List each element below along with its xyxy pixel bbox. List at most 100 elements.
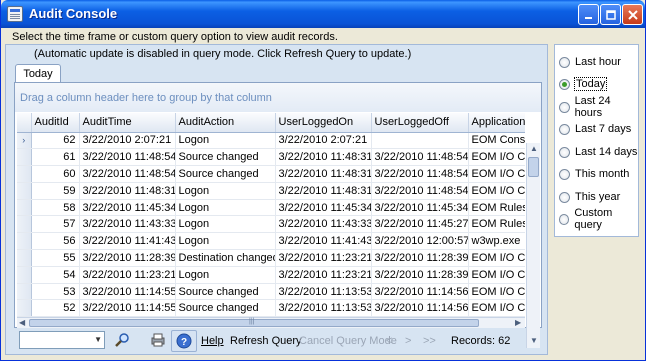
row-indicator — [17, 266, 32, 284]
group-by-area[interactable]: Drag a column header here to group by th… — [15, 83, 541, 112]
scroll-right-arrow-icon[interactable]: ▶ — [515, 318, 521, 328]
cell-applicationdisp: w3wp.exe — [468, 232, 525, 251]
magnifier-wand-glyph — [115, 333, 129, 347]
tab-today[interactable]: Today — [15, 64, 61, 83]
table-row[interactable]: 56 3/22/2010 11:41:43 AM Logon 3/22/2010… — [17, 232, 525, 251]
radio-last-7-days[interactable]: Last 7 days — [559, 121, 631, 137]
cell-audittime: 3/22/2010 11:48:31 AM — [79, 182, 176, 200]
cell-audittime: 3/22/2010 11:48:54 AM — [79, 148, 176, 167]
cell-applicationdisp: EOM Console — [468, 132, 525, 150]
audit-panel: (Automatic update is disabled in query m… — [5, 44, 548, 355]
col-header-applicationdisp[interactable]: ApplicationDisp — [468, 113, 525, 133]
cell-auditaction: Destination changed — [175, 249, 276, 267]
table-row[interactable]: 54 3/22/2010 11:23:21 AM Logon 3/22/2010… — [17, 266, 525, 284]
cell-auditaction: Source changed — [175, 165, 276, 183]
radio-button-icon — [559, 101, 570, 113]
maximize-glyph — [605, 9, 616, 20]
table-row[interactable]: 59 3/22/2010 11:48:31 AM Logon 3/22/2010… — [17, 182, 525, 200]
radio-last-14-days[interactable]: Last 14 days — [559, 144, 637, 160]
svg-text:?: ? — [181, 337, 187, 348]
window-title: Audit Console — [29, 6, 118, 21]
col-header-audittime[interactable]: AuditTime — [79, 113, 176, 133]
cell-auditid: 62 — [31, 132, 80, 150]
table-row[interactable]: 60 3/22/2010 11:48:54 AM Source changed … — [17, 165, 525, 183]
table-row[interactable]: › 62 3/22/2010 2:07:21 PM Logon 3/22/201… — [17, 132, 525, 150]
cell-userloggedon: 3/22/2010 11:13:53 AM — [275, 283, 372, 301]
row-indicator — [17, 283, 32, 301]
radio-last-hour[interactable]: Last hour — [559, 54, 621, 70]
nav-prev-button[interactable]: < — [386, 335, 392, 347]
records-count: Records: 62 — [451, 335, 511, 347]
cell-auditid: 58 — [31, 199, 80, 217]
row-indicator — [17, 232, 32, 251]
cell-audittime: 3/22/2010 11:28:39 AM — [79, 249, 176, 267]
cell-audittime: 3/22/2010 11:45:34 AM — [79, 199, 176, 217]
table-row[interactable]: 52 3/22/2010 11:14:55 AM Source changed … — [17, 299, 525, 317]
radio-this-year[interactable]: This year — [559, 189, 620, 205]
vertical-scroll-thumb[interactable] — [528, 157, 539, 177]
table-row[interactable]: 55 3/22/2010 11:28:39 AM Destination cha… — [17, 249, 525, 267]
row-indicator — [17, 182, 32, 200]
maximize-icon[interactable] — [600, 4, 621, 25]
cell-auditid: 61 — [31, 148, 80, 167]
cell-userloggedoff: 3/22/2010 12:00:57 PM — [371, 232, 469, 251]
tab-content: Drag a column header here to group by th… — [14, 82, 542, 348]
col-header-userloggedoff[interactable]: UserLoggedOff — [371, 113, 469, 133]
printer-icon[interactable] — [150, 332, 166, 351]
filter-dropdown[interactable]: ▼ — [19, 331, 105, 349]
cell-userloggedon: 3/22/2010 11:41:43 AM — [275, 232, 372, 251]
col-header-userloggedon[interactable]: UserLoggedOn — [275, 113, 372, 133]
cell-auditaction: Logon — [175, 215, 276, 234]
scroll-up-arrow-icon[interactable]: ▲ — [527, 143, 541, 155]
radio-today[interactable]: Today — [559, 76, 608, 92]
cell-userloggedoff: 3/22/2010 11:28:39 AM — [371, 249, 469, 267]
cell-userloggedon: 3/22/2010 11:43:33 AM — [275, 215, 372, 234]
nav-last-button[interactable]: >> — [423, 335, 436, 347]
cell-userloggedoff: 3/22/2010 11:14:56 AM — [371, 283, 469, 301]
table-row[interactable]: 53 3/22/2010 11:14:55 AM Source changed … — [17, 283, 525, 301]
radio-button-icon — [559, 56, 570, 68]
cell-userloggedoff: 3/22/2010 11:28:39 AM — [371, 266, 469, 284]
close-icon[interactable] — [622, 4, 643, 25]
col-header-auditid[interactable]: AuditId — [31, 113, 80, 133]
radio-this-month[interactable]: This month — [559, 166, 629, 182]
vertical-scrollbar[interactable]: ▲ ▼ — [526, 143, 540, 348]
table-row[interactable]: 57 3/22/2010 11:43:33 AM Logon 3/22/2010… — [17, 215, 525, 234]
scroll-grip-icon: ||| — [249, 318, 255, 325]
cell-auditid: 57 — [31, 215, 80, 234]
scroll-left-arrow-icon[interactable]: ◀ — [19, 318, 25, 328]
cell-userloggedoff: 3/22/2010 11:45:34 AM — [371, 199, 469, 217]
cell-audittime: 3/22/2010 11:43:33 AM — [79, 215, 176, 234]
minimize-glyph — [584, 16, 592, 19]
cell-auditid: 52 — [31, 299, 80, 317]
magnifier-wand-icon[interactable] — [114, 332, 130, 351]
title-bar[interactable]: Audit Console — [1, 0, 645, 28]
table-row[interactable]: 61 3/22/2010 11:48:54 AM Source changed … — [17, 148, 525, 167]
cell-userloggedon: 3/22/2010 11:48:31 AM — [275, 148, 372, 167]
nav-next-button[interactable]: > — [405, 335, 411, 347]
cell-userloggedoff: 3/22/2010 11:48:54 AM — [371, 182, 469, 200]
radio-custom-query[interactable]: Custom query — [559, 207, 638, 231]
cell-userloggedon: 3/22/2010 11:13:53 AM — [275, 299, 372, 317]
table-row[interactable]: 58 3/22/2010 11:45:34 AM Logon 3/22/2010… — [17, 199, 525, 217]
time-frame-panel: Last hour Today Last 24 hours Last 7 day… — [554, 44, 639, 237]
minimize-icon[interactable] — [578, 4, 599, 25]
radio-button-icon — [559, 213, 570, 225]
horizontal-scrollbar[interactable]: ◀ ||| ▶ — [17, 317, 525, 328]
cancel-query-mode-button[interactable]: Cancel Query Mode — [299, 335, 397, 347]
close-glyph — [627, 9, 638, 20]
col-header-auditaction[interactable]: AuditAction — [175, 113, 276, 133]
cell-auditaction: Logon — [175, 199, 276, 217]
cell-audittime: 3/22/2010 11:14:55 AM — [79, 283, 176, 301]
cell-applicationdisp: EOM I/O Config — [468, 148, 525, 167]
radio-label: This month — [575, 168, 630, 180]
help-question-icon[interactable]: ? — [171, 330, 197, 352]
refresh-query-button[interactable]: Refresh Query — [230, 335, 302, 347]
row-indicator: › — [17, 132, 32, 150]
cell-applicationdisp: EOM I/O Config — [468, 299, 525, 317]
radio-last-24-hours[interactable]: Last 24 hours — [559, 95, 638, 119]
cell-userloggedon: 3/22/2010 11:48:31 AM — [275, 165, 372, 183]
help-link[interactable]: Help — [201, 335, 224, 347]
cell-auditaction: Logon — [175, 132, 276, 150]
app-list-icon — [7, 6, 23, 22]
